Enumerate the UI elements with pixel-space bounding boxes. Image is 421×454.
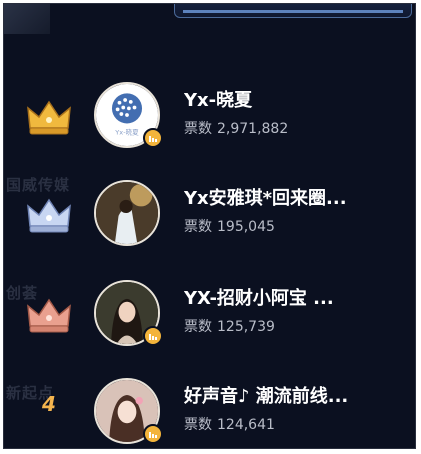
vote-count: 票数 195,045 — [184, 216, 275, 236]
rank-badge — [24, 196, 74, 236]
vote-count: 票数 125,739 — [184, 316, 275, 336]
live-badge-icon — [143, 326, 163, 346]
vote-label: 票数 — [184, 219, 212, 235]
gold-crown-icon — [27, 100, 71, 135]
live-badge-icon — [143, 128, 163, 148]
leaderboard-row[interactable]: 4 好声音♪ 潮流前线... 票数 124,641 — [4, 372, 415, 448]
vote-value: 195,045 — [217, 219, 275, 235]
vote-value: 2,971,882 — [217, 121, 289, 137]
streamer-name: 好声音♪ 潮流前线... — [184, 386, 349, 407]
leaderboard-row[interactable]: Yx-晓夏 Yx-晓夏 票数 2,971,882 — [4, 76, 415, 166]
streamer-name: Yx安雅琪*回来圈... — [184, 188, 347, 209]
rank-number: 4 — [42, 392, 56, 416]
leaderboard-panel: 国威传媒 创荟 新起点 Yx-晓夏 Yx-晓夏 票数 2,971,882 Yx安… — [3, 3, 416, 449]
corner-decoration — [4, 4, 50, 34]
vote-count: 票数 2,971,882 — [184, 118, 288, 138]
bronze-crown-icon — [27, 298, 71, 333]
streamer-name: Yx-晓夏 — [184, 90, 253, 111]
vote-value: 124,641 — [217, 417, 275, 433]
silver-crown-icon — [27, 198, 71, 233]
vote-label: 票数 — [184, 121, 212, 137]
vote-label: 票数 — [184, 319, 212, 335]
photo-avatar — [96, 182, 158, 244]
vote-value: 125,739 — [217, 319, 275, 335]
avatar[interactable] — [94, 180, 160, 246]
avatar-logo-text: Yx-晓夏 — [114, 128, 139, 137]
streamer-name: YX-招财小阿宝 ... — [184, 288, 334, 309]
leaderboard-row[interactable]: Yx安雅琪*回来圈... 票数 195,045 — [4, 174, 415, 264]
vote-count: 票数 124,641 — [184, 414, 275, 434]
leaderboard-row[interactable]: YX-招财小阿宝 ... 票数 125,739 — [4, 274, 415, 364]
rank-badge — [24, 98, 74, 138]
live-badge-icon — [143, 424, 163, 444]
vote-label: 票数 — [184, 417, 212, 433]
header-ornament — [174, 4, 412, 18]
rank-badge — [24, 296, 74, 336]
